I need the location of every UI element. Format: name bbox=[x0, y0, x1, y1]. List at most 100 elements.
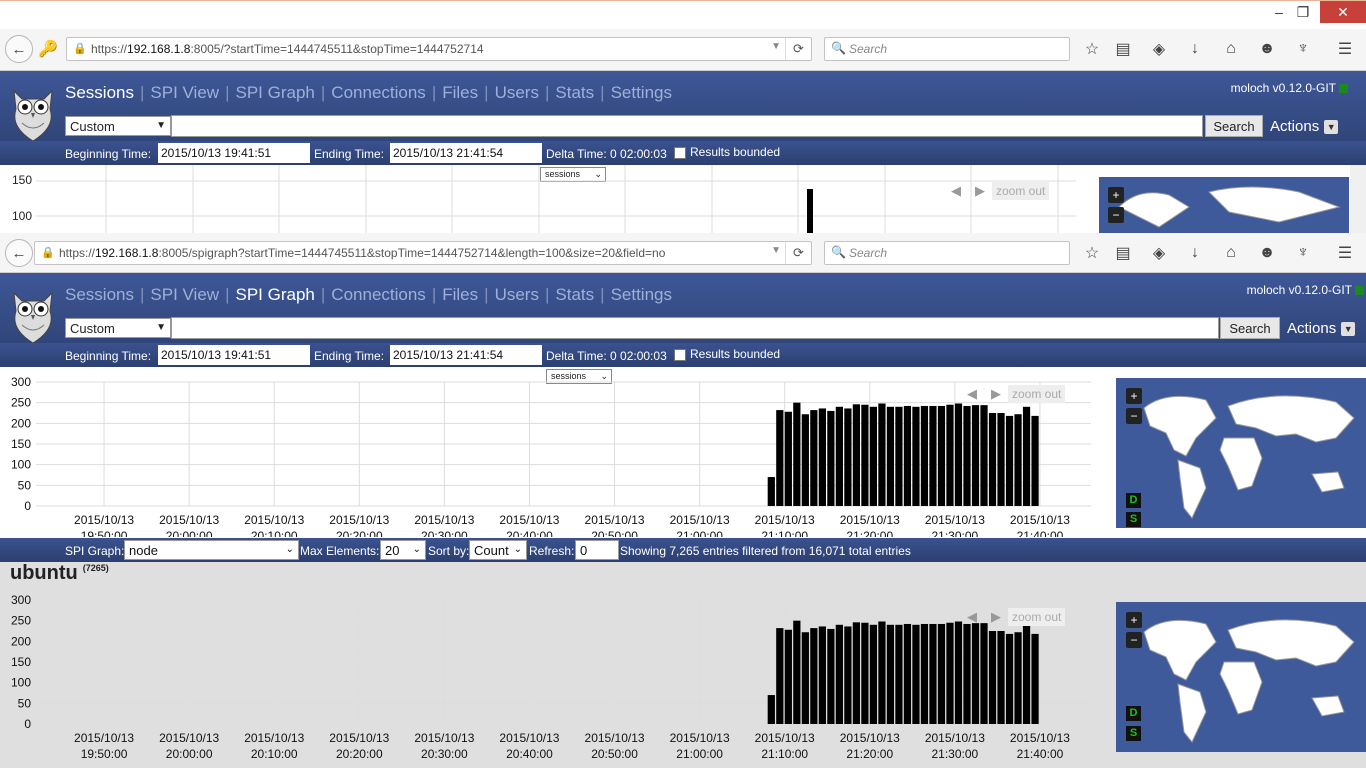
nav-sessions[interactable]: Sessions bbox=[65, 285, 134, 305]
nav-stats[interactable]: Stats bbox=[555, 285, 594, 305]
close-window-button[interactable]: ✕ bbox=[1320, 1, 1366, 23]
end-time-input[interactable]: 2015/10/13 21:41:54 bbox=[390, 143, 542, 163]
bar[interactable] bbox=[895, 624, 903, 724]
nav-settings[interactable]: Settings bbox=[611, 83, 672, 103]
world-map[interactable]: + − D S bbox=[1116, 602, 1366, 752]
checkbox[interactable] bbox=[674, 348, 686, 361]
bar[interactable] bbox=[1014, 632, 1022, 724]
pocket-icon[interactable]: ◈ bbox=[1147, 37, 1171, 61]
bar[interactable] bbox=[776, 410, 784, 506]
bar[interactable] bbox=[963, 623, 971, 724]
bar[interactable] bbox=[767, 695, 775, 724]
zoom-in-button[interactable]: + bbox=[1108, 187, 1124, 203]
bar[interactable] bbox=[963, 405, 971, 506]
bar[interactable] bbox=[903, 405, 912, 506]
bar[interactable] bbox=[852, 404, 861, 506]
bar[interactable] bbox=[971, 405, 980, 506]
bar[interactable] bbox=[801, 414, 809, 506]
addon-icon[interactable]: ♆ bbox=[1291, 241, 1315, 265]
bar[interactable] bbox=[903, 623, 912, 724]
bookmark-star-icon[interactable]: ☆ bbox=[1080, 37, 1104, 61]
nav-settings[interactable]: Settings bbox=[611, 285, 672, 305]
time-range-select[interactable]: Custom ▼ bbox=[65, 318, 171, 338]
restore-button[interactable]: ❐ bbox=[1284, 1, 1322, 23]
bar[interactable] bbox=[844, 408, 852, 506]
bar[interactable] bbox=[1022, 406, 1031, 506]
zoom-in-button[interactable]: + bbox=[1126, 388, 1142, 404]
bar[interactable] bbox=[852, 622, 861, 724]
time-range-select[interactable]: Custom ▼ bbox=[65, 116, 171, 136]
nav-spi-view[interactable]: SPI View bbox=[150, 285, 219, 305]
bar[interactable] bbox=[1031, 633, 1039, 724]
node-title[interactable]: ubuntu (7265) bbox=[10, 562, 109, 585]
bar[interactable] bbox=[767, 477, 775, 506]
bar[interactable] bbox=[793, 620, 801, 724]
bar[interactable] bbox=[869, 624, 878, 724]
bar[interactable] bbox=[878, 403, 886, 506]
browser-search-input[interactable]: 🔍 Search bbox=[824, 241, 1070, 265]
bar[interactable] bbox=[869, 406, 878, 506]
bar[interactable] bbox=[1005, 415, 1014, 506]
nav-files[interactable]: Files bbox=[442, 285, 478, 305]
bar[interactable] bbox=[929, 623, 937, 724]
bar[interactable] bbox=[844, 626, 852, 724]
nav-spi-view[interactable]: SPI View bbox=[150, 83, 219, 103]
bar[interactable] bbox=[776, 628, 784, 724]
zoom-out-map-button[interactable]: − bbox=[1126, 408, 1142, 424]
key-icon[interactable]: 🔑 bbox=[36, 37, 60, 61]
chat-icon[interactable]: ☻ bbox=[1255, 37, 1279, 61]
bar[interactable] bbox=[971, 623, 980, 724]
back-icon[interactable]: ← bbox=[5, 35, 33, 63]
home-icon[interactable]: ⌂ bbox=[1219, 241, 1243, 265]
bar[interactable] bbox=[784, 411, 792, 506]
download-icon[interactable]: ↓ bbox=[1183, 37, 1207, 61]
nav-connections[interactable]: Connections bbox=[331, 285, 426, 305]
world-map[interactable]: + − D S bbox=[1116, 378, 1366, 528]
pan-left-icon[interactable]: ◀ bbox=[944, 183, 968, 199]
reload-icon[interactable]: ⟳ bbox=[785, 242, 811, 264]
actions-menu[interactable]: Actions ▼ bbox=[1270, 118, 1339, 135]
dst-toggle-button[interactable]: D bbox=[1126, 706, 1141, 721]
actions-menu[interactable]: Actions ▼ bbox=[1287, 320, 1356, 337]
bar[interactable] bbox=[895, 406, 903, 506]
bar[interactable] bbox=[835, 624, 843, 724]
bar[interactable] bbox=[937, 405, 946, 506]
bar[interactable] bbox=[980, 623, 988, 724]
nav-users[interactable]: Users bbox=[495, 83, 539, 103]
home-icon[interactable]: ⌂ bbox=[1219, 37, 1243, 61]
url-bar[interactable]: 🔒 https://192.168.1.8:8005/spigraph?star… bbox=[34, 241, 812, 265]
search-button[interactable]: Search bbox=[1220, 317, 1280, 339]
bar[interactable] bbox=[878, 621, 886, 724]
dropdown-arrow-icon[interactable]: ▼ bbox=[771, 245, 781, 256]
sort-by-select[interactable]: Count ⌄ bbox=[469, 540, 527, 560]
browser-search-input[interactable]: 🔍 Search bbox=[824, 37, 1070, 61]
bar[interactable] bbox=[818, 408, 826, 506]
bar[interactable] bbox=[954, 621, 963, 724]
scrollbar[interactable] bbox=[1350, 165, 1366, 233]
bar[interactable] bbox=[946, 622, 954, 724]
bar[interactable] bbox=[920, 405, 929, 506]
download-icon[interactable]: ↓ bbox=[1183, 241, 1207, 265]
pocket-icon[interactable]: ◈ bbox=[1147, 241, 1171, 265]
zoom-out-map-button[interactable]: − bbox=[1126, 632, 1142, 648]
bar[interactable] bbox=[793, 402, 801, 506]
bar[interactable] bbox=[920, 623, 929, 724]
bar[interactable] bbox=[1014, 414, 1022, 506]
bar[interactable] bbox=[886, 406, 895, 506]
nav-files[interactable]: Files bbox=[442, 83, 478, 103]
bar[interactable] bbox=[810, 410, 818, 506]
end-time-input[interactable]: 2015/10/13 21:41:54 bbox=[390, 345, 542, 365]
bar[interactable] bbox=[835, 406, 843, 506]
reading-list-icon[interactable]: ▤ bbox=[1111, 37, 1135, 61]
bar[interactable] bbox=[801, 632, 809, 724]
dst-toggle-button[interactable]: D bbox=[1126, 493, 1141, 508]
reading-list-icon[interactable]: ▤ bbox=[1111, 241, 1135, 265]
bar[interactable] bbox=[784, 629, 792, 724]
bookmark-star-icon[interactable]: ☆ bbox=[1080, 241, 1104, 265]
nav-spi-graph[interactable]: SPI Graph bbox=[236, 285, 315, 305]
nav-spi-graph[interactable]: SPI Graph bbox=[236, 83, 315, 103]
back-icon[interactable]: ← bbox=[5, 239, 33, 267]
world-map-top[interactable]: + − bbox=[1099, 177, 1349, 233]
search-expression-input[interactable] bbox=[171, 115, 1203, 137]
bar[interactable] bbox=[937, 623, 946, 724]
